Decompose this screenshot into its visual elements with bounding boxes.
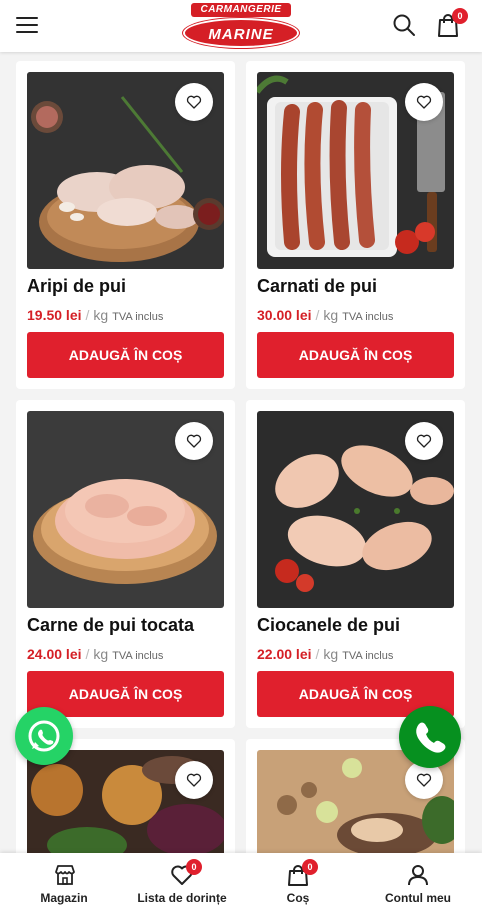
- price-row: 19.50 lei / kg TVA inclus: [27, 307, 163, 323]
- product-price: 30.00 lei: [257, 307, 312, 323]
- price-separator: /: [85, 646, 90, 662]
- header: CARMANGERIE MARINE 0: [0, 0, 482, 52]
- phone-icon: [416, 722, 446, 753]
- whatsapp-button[interactable]: [15, 707, 73, 765]
- product-title[interactable]: Ciocanele de pui: [257, 615, 400, 636]
- nav-wishlist[interactable]: 0 Lista de dorințe: [130, 853, 234, 909]
- price-separator: /: [315, 307, 320, 323]
- price-unit: kg: [93, 307, 109, 323]
- product-title[interactable]: Aripi de pui: [27, 276, 126, 297]
- vat-note: TVA inclus: [342, 311, 394, 323]
- product-image[interactable]: [257, 411, 454, 608]
- logo-main-text: MARINE: [183, 18, 299, 48]
- nav-wishlist-label: Lista de dorințe: [137, 891, 227, 905]
- add-to-wishlist-button[interactable]: [405, 83, 443, 121]
- add-to-wishlist-button[interactable]: [405, 422, 443, 460]
- product-price: 19.50 lei: [27, 307, 82, 323]
- price-row: 30.00 lei / kg TVA inclus: [257, 307, 393, 323]
- heart-icon: [186, 773, 202, 787]
- cart-count-badge: 0: [452, 8, 468, 24]
- add-to-cart-button[interactable]: ADAUGĂ ÎN COȘ: [27, 332, 224, 378]
- vat-note: TVA inclus: [112, 311, 164, 323]
- heart-icon: [186, 434, 202, 448]
- product-image[interactable]: [257, 72, 454, 269]
- nav-shop-label: Magazin: [40, 891, 88, 905]
- nav-account-label: Contul meu: [385, 891, 451, 905]
- nav-account[interactable]: Contul meu: [370, 853, 466, 909]
- product-card[interactable]: Aripi de pui 19.50 lei / kg TVA inclus ADAU…: [16, 61, 235, 389]
- nav-cart-label: Coș: [286, 891, 310, 905]
- product-card[interactable]: Ciocanele de pui 22.00 lei / kg TVA inclus …: [246, 400, 465, 728]
- price-row: 24.00 lei / kg TVA inclus: [27, 646, 163, 662]
- heart-icon: [416, 434, 432, 448]
- add-to-cart-button[interactable]: ADAUGĂ ÎN COȘ: [257, 332, 454, 378]
- wishlist-count-badge: 0: [186, 859, 202, 875]
- price-unit: kg: [323, 646, 339, 662]
- call-button[interactable]: [399, 706, 461, 768]
- vat-note: TVA inclus: [342, 650, 394, 662]
- heart-icon: [186, 95, 202, 109]
- whatsapp-icon: [28, 720, 60, 752]
- add-to-wishlist-button[interactable]: [175, 422, 213, 460]
- vat-note: TVA inclus: [112, 650, 164, 662]
- cart-count-badge: 0: [302, 859, 318, 875]
- store-icon: [55, 865, 75, 885]
- product-image[interactable]: [27, 411, 224, 608]
- product-image[interactable]: [27, 750, 224, 859]
- price-separator: /: [315, 646, 320, 662]
- price-separator: /: [85, 307, 90, 323]
- nav-shop[interactable]: Magazin: [20, 853, 108, 909]
- add-to-wishlist-button[interactable]: [175, 83, 213, 121]
- product-card[interactable]: Carnati de pui 30.00 lei / kg TVA inclus AD…: [246, 61, 465, 389]
- user-icon: [408, 865, 428, 886]
- price-row: 22.00 lei / kg TVA inclus: [257, 646, 393, 662]
- logo-top-text: CARMANGERIE: [191, 3, 291, 17]
- product-price: 22.00 lei: [257, 646, 312, 662]
- product-title[interactable]: Carnati de pui: [257, 276, 377, 297]
- price-unit: kg: [93, 646, 109, 662]
- product-image[interactable]: [27, 72, 224, 269]
- search-icon[interactable]: [392, 13, 416, 37]
- nav-cart[interactable]: 0 Coș: [262, 853, 334, 909]
- heart-icon: [416, 773, 432, 787]
- bottom-nav: Magazin 0 Lista de dorințe 0 Coș Contul …: [0, 853, 482, 909]
- logo[interactable]: CARMANGERIE MARINE: [183, 3, 299, 49]
- price-unit: kg: [323, 307, 339, 323]
- product-price: 24.00 lei: [27, 646, 82, 662]
- product-title[interactable]: Carne de pui tocata: [27, 615, 194, 636]
- product-card[interactable]: Carne de pui tocata 24.00 lei / kg TVA incl…: [16, 400, 235, 728]
- heart-icon: [416, 95, 432, 109]
- add-to-wishlist-button[interactable]: [175, 761, 213, 799]
- menu-icon[interactable]: [16, 16, 38, 34]
- cart-button[interactable]: 0: [436, 8, 468, 38]
